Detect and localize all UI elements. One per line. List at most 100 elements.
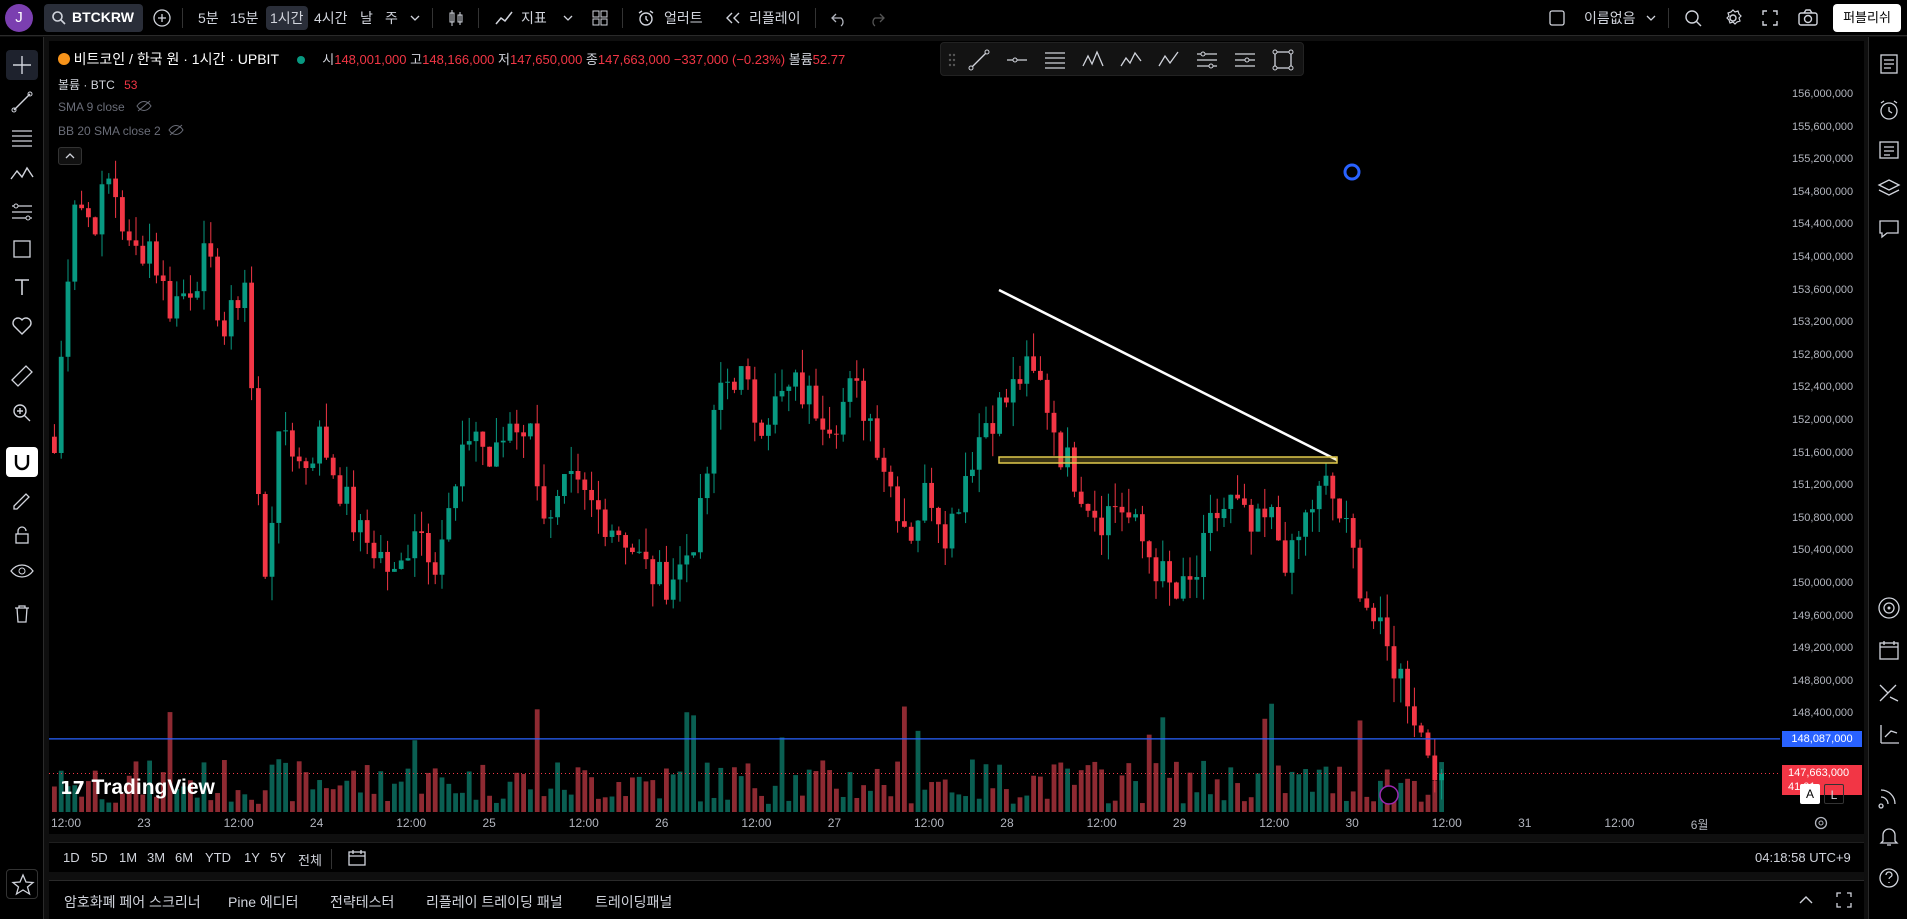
tab-replay-panel[interactable]: 리플레이 트레이딩 패널: [426, 892, 563, 912]
target-icon[interactable]: [1874, 593, 1904, 623]
lock-drawing-icon[interactable]: [6, 484, 38, 514]
elliott-wave-icon[interactable]: [1119, 48, 1143, 72]
range-1m[interactable]: 1M: [119, 850, 137, 865]
event-marker-icon[interactable]: [1379, 785, 1399, 805]
trash-icon[interactable]: [6, 599, 38, 629]
auto-scale-button[interactable]: A: [1800, 784, 1820, 804]
fib-icon[interactable]: [6, 123, 38, 153]
log-scale-button[interactable]: L: [1824, 784, 1844, 804]
line-tool-icon[interactable]: [967, 48, 991, 72]
data-window-icon[interactable]: [1874, 719, 1904, 749]
rectangle-drawing[interactable]: [998, 456, 1338, 464]
projection-icon[interactable]: [1233, 48, 1257, 72]
abc-wave-icon[interactable]: [1157, 48, 1181, 72]
undo-icon[interactable]: [830, 9, 848, 27]
interval-week[interactable]: 주: [385, 6, 398, 30]
watchlist-icon[interactable]: [1874, 49, 1904, 79]
range-3m[interactable]: 3M: [147, 850, 165, 865]
collapse-legend-button[interactable]: [58, 147, 82, 165]
alarm-icon[interactable]: [636, 8, 656, 28]
help-icon[interactable]: [1874, 863, 1904, 893]
range-all[interactable]: 전체: [298, 850, 322, 869]
range-6m[interactable]: 6M: [175, 850, 193, 865]
indicators-button[interactable]: 지표: [521, 6, 547, 30]
clock[interactable]: 04:18:58 UTC+9: [1755, 850, 1851, 865]
hidden-eye-icon[interactable]: [168, 124, 184, 136]
news-icon[interactable]: [1874, 135, 1904, 165]
trendline-drawing[interactable]: [998, 288, 1338, 462]
user-avatar[interactable]: J: [5, 4, 33, 32]
tab-strategy-tester[interactable]: 전략테스터: [330, 892, 394, 912]
crosshair-icon[interactable]: [6, 50, 38, 80]
lock-icon[interactable]: [6, 520, 38, 550]
camera-icon[interactable]: [1797, 8, 1819, 28]
redo-icon[interactable]: [868, 9, 886, 27]
alerts-clock-icon[interactable]: [1874, 95, 1904, 125]
add-symbol-icon[interactable]: [152, 8, 172, 28]
interval-15m[interactable]: 15분: [230, 6, 258, 30]
symbol-search-button[interactable]: BTCKRW: [44, 4, 143, 32]
streams-icon[interactable]: [1874, 781, 1904, 811]
tab-pine-editor[interactable]: Pine 에디터: [228, 892, 299, 912]
time-axis[interactable]: 12:00 23 12:00 24 12:00 25 12:00 26 12:00 27 12:00…: [49, 812, 1864, 834]
drag-handle-icon[interactable]: [947, 52, 957, 68]
interval-4h[interactable]: 4시간: [314, 6, 348, 30]
price-axis[interactable]: 156,000,000 155,600,000 155,200,000 154,800…: [1780, 41, 1864, 812]
chevron-down-icon[interactable]: [563, 13, 573, 23]
hidden-eye-icon[interactable]: [136, 100, 152, 112]
chat-icon[interactable]: [1874, 213, 1904, 243]
magnet-icon[interactable]: [6, 447, 38, 477]
tab-crypto-screener[interactable]: 암호화폐 페어 스크리너: [64, 892, 201, 912]
calendar-icon[interactable]: [1874, 635, 1904, 665]
chart-pane[interactable]: [49, 41, 1780, 812]
publish-button[interactable]: 퍼블리쉬: [1833, 4, 1901, 32]
layout-square-icon[interactable]: [1548, 9, 1566, 27]
range-1d[interactable]: 1D: [63, 850, 80, 865]
replay-icon[interactable]: [724, 10, 742, 26]
interval-5m[interactable]: 5분: [198, 6, 219, 30]
volume-indicator-legend[interactable]: 볼륨 · BTC 53: [58, 76, 137, 93]
chevron-down-icon[interactable]: [1646, 13, 1656, 23]
range-5y[interactable]: 5Y: [270, 850, 286, 865]
quick-search-icon[interactable]: [1683, 8, 1703, 28]
pattern-icon[interactable]: [6, 159, 38, 189]
layers-icon[interactable]: [1874, 173, 1904, 203]
notifications-bell-icon[interactable]: [1874, 821, 1904, 851]
calendar-goto-icon[interactable]: [347, 849, 367, 867]
heart-icon[interactable]: [6, 310, 38, 340]
parallel-channel-icon[interactable]: [1195, 48, 1219, 72]
range-1y[interactable]: 1Y: [244, 850, 260, 865]
maximize-panel-icon[interactable]: [1835, 891, 1853, 909]
price-chart[interactable]: [49, 41, 1780, 812]
alert-button[interactable]: 얼러트: [664, 6, 703, 30]
candle-type-icon[interactable]: [446, 8, 466, 28]
indicators-icon[interactable]: [494, 8, 514, 28]
rectangle-tool-icon[interactable]: [1271, 48, 1295, 72]
interval-day[interactable]: 날: [360, 6, 373, 30]
ruler-icon[interactable]: [6, 360, 38, 390]
shape-icon[interactable]: [6, 234, 38, 264]
ideas-icon[interactable]: [1874, 677, 1904, 707]
eye-icon[interactable]: [6, 556, 38, 586]
settings-icon[interactable]: [1723, 8, 1743, 28]
chevron-up-icon[interactable]: [1797, 893, 1815, 907]
layout-name[interactable]: 이름없음: [1584, 6, 1636, 30]
range-ytd[interactable]: YTD: [205, 850, 231, 865]
forecast-icon[interactable]: [6, 197, 38, 227]
text-icon[interactable]: [6, 272, 38, 302]
range-5d[interactable]: 5D: [91, 850, 108, 865]
fullscreen-icon[interactable]: [1761, 9, 1779, 27]
layout-grid-icon[interactable]: [590, 8, 610, 28]
xabcd-pattern-icon[interactable]: [1081, 48, 1105, 72]
sma-indicator-legend[interactable]: SMA 9 close: [58, 100, 152, 114]
tab-trading-panel[interactable]: 트레이딩패널: [595, 892, 672, 912]
horizontal-ray-icon[interactable]: [1005, 48, 1029, 72]
favorites-star-icon[interactable]: [6, 869, 38, 899]
zoom-in-icon[interactable]: [6, 397, 38, 427]
bb-indicator-legend[interactable]: BB 20 SMA close 2: [58, 124, 184, 138]
fib-retracement-icon[interactable]: [1043, 48, 1067, 72]
chart-settings-icon[interactable]: [1813, 815, 1829, 831]
chevron-down-icon[interactable]: [410, 13, 420, 23]
trendline-icon[interactable]: [6, 87, 38, 117]
interval-1h[interactable]: 1시간: [266, 6, 308, 30]
